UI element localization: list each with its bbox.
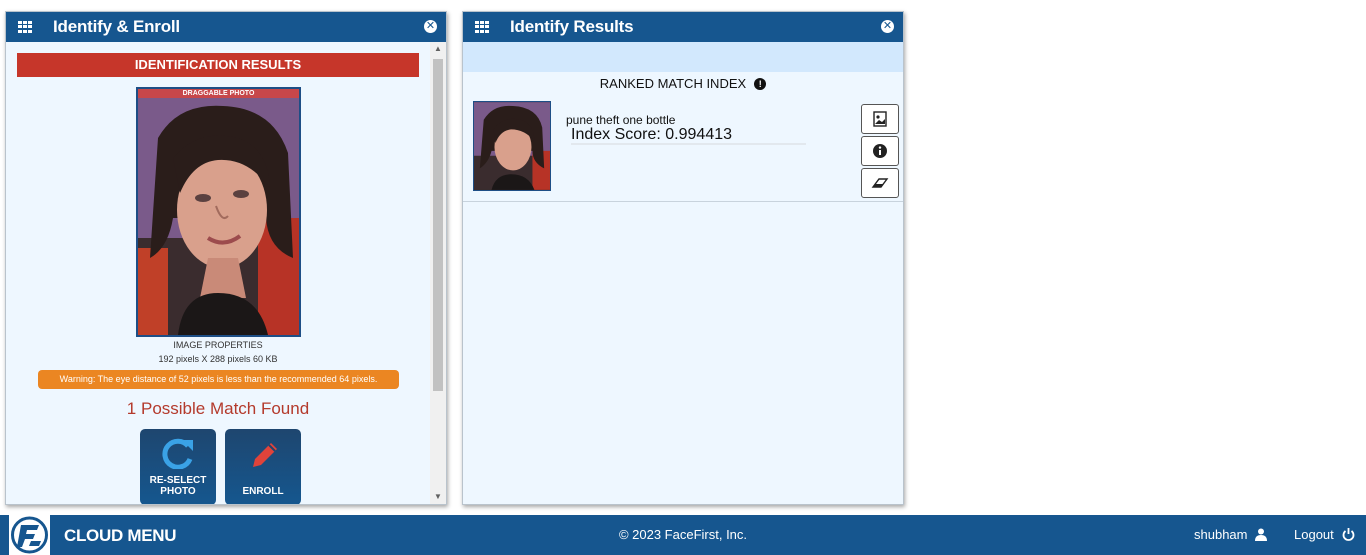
panel-title: Identify Results bbox=[510, 17, 634, 36]
pencil-icon bbox=[253, 443, 277, 467]
draggable-photo-label: DRAGGABLE PHOTO bbox=[138, 89, 299, 98]
scroll-up-arrow-icon[interactable]: ▲ bbox=[430, 42, 446, 56]
identify-results-panel: Identify Results ✕ RANKED MATCH INDEX! p… bbox=[462, 11, 904, 505]
eye-distance-warning: Warning: The eye distance of 52 pixels i… bbox=[38, 370, 399, 389]
power-icon bbox=[1342, 528, 1355, 541]
reselect-label-line1: RE-SELECT bbox=[149, 475, 207, 486]
grid-menu-icon[interactable] bbox=[475, 21, 489, 33]
identification-results-header: IDENTIFICATION RESULTS bbox=[17, 53, 419, 77]
match-face-image bbox=[474, 102, 550, 190]
ranked-title-text: RANKED MATCH INDEX bbox=[599, 76, 747, 91]
panel-title: Identify & Enroll bbox=[53, 17, 180, 36]
panel-body: IDENTIFICATION RESULTS DRAGGABLE PHOTO I… bbox=[6, 42, 430, 504]
panel-header: Identify & Enroll ✕ bbox=[6, 12, 446, 42]
panel-header: Identify Results ✕ bbox=[463, 12, 903, 42]
draggable-photo[interactable]: DRAGGABLE PHOTO bbox=[136, 87, 301, 337]
eraser-icon bbox=[871, 178, 889, 188]
face-photo bbox=[138, 98, 299, 335]
footer-bar: CLOUD MENU © 2023 FaceFirst, Inc. shubha… bbox=[0, 515, 1366, 555]
score-bar bbox=[571, 143, 806, 145]
match-name: pune theft one bottle bbox=[566, 113, 676, 127]
info-button[interactable] bbox=[861, 136, 899, 166]
copyright-text: © 2023 FaceFirst, Inc. bbox=[618, 527, 748, 542]
grid-menu-icon[interactable] bbox=[18, 21, 32, 33]
scroll-down-arrow-icon[interactable]: ▼ bbox=[430, 490, 446, 504]
enroll-button[interactable]: ENROLL bbox=[225, 429, 301, 504]
image-icon bbox=[873, 111, 887, 127]
results-toolbar-strip bbox=[463, 42, 903, 72]
match-list-item[interactable]: pune theft one bottle Index Score: 0.994… bbox=[463, 99, 903, 202]
exclamation-icon[interactable]: ! bbox=[754, 78, 767, 90]
vertical-scrollbar[interactable]: ▲ ▼ bbox=[430, 42, 446, 504]
refresh-icon bbox=[162, 438, 193, 469]
user-icon bbox=[1255, 528, 1268, 541]
image-properties-label: IMAGE PROPERTIES bbox=[173, 340, 263, 350]
view-photo-button[interactable] bbox=[861, 104, 899, 134]
username: shubham bbox=[1194, 527, 1248, 542]
enroll-label: ENROLL bbox=[242, 486, 284, 497]
reselect-photo-button[interactable]: RE-SELECT PHOTO bbox=[140, 429, 216, 504]
match-thumbnail[interactable] bbox=[473, 101, 551, 191]
image-size-text: 192 pixels X 288 pixels 60 KB bbox=[158, 354, 278, 364]
close-icon[interactable]: ✕ bbox=[881, 20, 894, 33]
logout-label: Logout bbox=[1294, 527, 1334, 542]
erase-button[interactable] bbox=[861, 168, 899, 198]
user-menu[interactable]: shubham bbox=[1194, 527, 1268, 542]
identify-enroll-panel: Identify & Enroll ✕ IDENTIFICATION RESUL… bbox=[5, 11, 447, 505]
index-score: Index Score: 0.994413 bbox=[571, 126, 733, 143]
reselect-label-line2: PHOTO bbox=[160, 486, 196, 497]
match-found-text: 1 Possible Match Found bbox=[126, 399, 310, 418]
close-icon[interactable]: ✕ bbox=[424, 20, 437, 33]
scroll-thumb[interactable] bbox=[433, 59, 443, 391]
ranked-match-index-title: RANKED MATCH INDEX! bbox=[463, 76, 903, 91]
info-icon bbox=[873, 144, 887, 158]
logout-button[interactable]: Logout bbox=[1294, 527, 1355, 542]
